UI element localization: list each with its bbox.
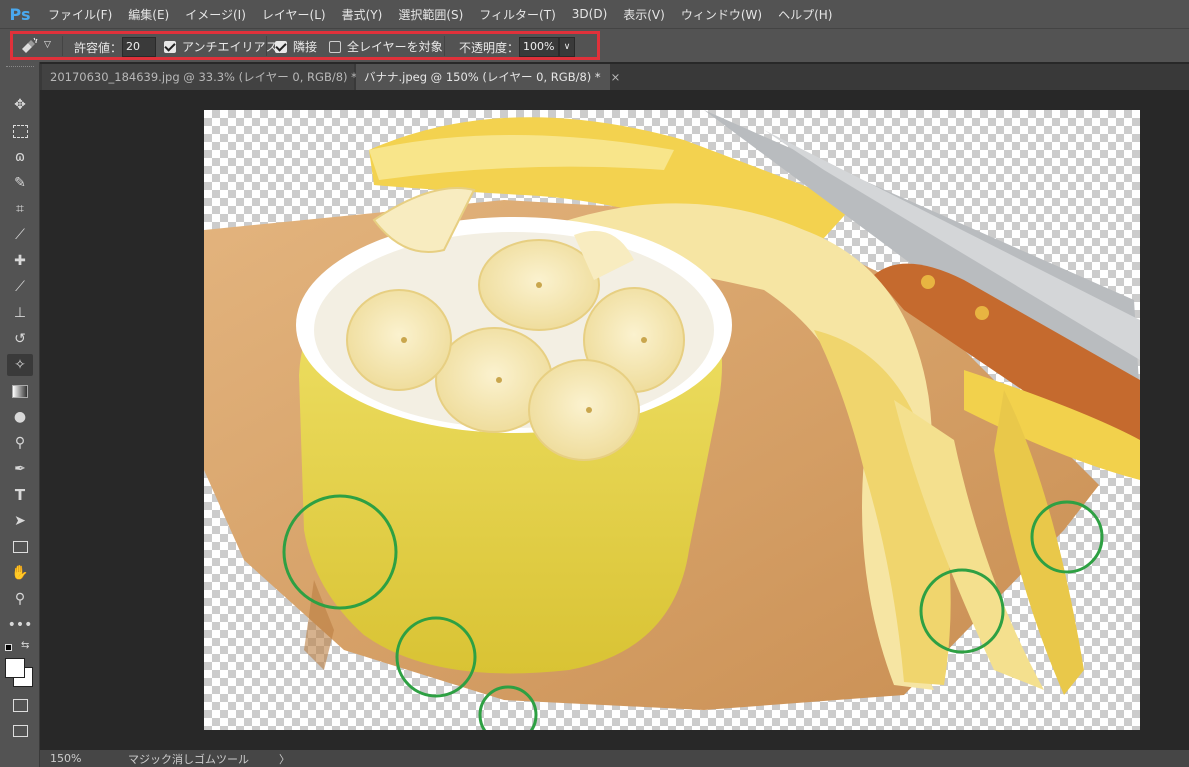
menu-file[interactable]: ファイル(F) (40, 6, 120, 23)
tab-label: 20170630_184639.jpg @ 33.3% (レイヤー 0, RGB… (50, 70, 357, 84)
menu-3d[interactable]: 3D(D) (564, 7, 615, 21)
annotation-overlay (282, 494, 1104, 730)
rectangle-icon[interactable] (7, 536, 33, 558)
healing-icon[interactable]: ✚ (7, 250, 33, 272)
options-highlight-box (10, 31, 600, 60)
image-canvas[interactable] (204, 110, 1140, 730)
lasso-icon[interactable]: ɷ (7, 146, 33, 168)
annotation-circle (1030, 500, 1104, 574)
dodge-icon[interactable]: ⚲ (7, 432, 33, 454)
menu-filter[interactable]: フィルター(T) (471, 6, 563, 23)
eyedropper-icon[interactable]: ⟋ (7, 224, 33, 246)
default-colors-icon[interactable] (5, 644, 13, 652)
marquee-icon[interactable] (7, 120, 33, 142)
annotation-circle (919, 568, 1005, 654)
photoshop-logo[interactable]: Ps (0, 5, 40, 24)
annotation-circle (478, 685, 538, 730)
blur-icon[interactable]: ● (7, 406, 33, 428)
status-info: マジック消しゴムツール (128, 752, 249, 766)
status-arrow-icon[interactable]: 〉 (279, 751, 290, 767)
brush-icon[interactable]: ⟋ (7, 276, 33, 298)
zoom-icon[interactable]: ⚲ (7, 588, 33, 610)
tab-label: バナナ.jpeg @ 150% (レイヤー 0, RGB/8) * (364, 70, 601, 84)
menu-view[interactable]: 表示(V) (615, 6, 673, 23)
menu-edit[interactable]: 編集(E) (120, 6, 177, 23)
swap-colors-icon[interactable]: ⇆ (21, 640, 29, 651)
status-bar: 150% マジック消しゴムツール 〉 (40, 750, 1189, 767)
gradient-icon[interactable] (7, 380, 33, 402)
zoom-level[interactable]: 150% (40, 752, 110, 765)
move-icon[interactable]: ✥ (7, 94, 33, 116)
history-brush-icon[interactable]: ↺ (7, 328, 33, 350)
annotation-circle (395, 616, 477, 698)
options-bar: ▽ 許容値： 20 アンチエイリアス 隣接 全レイヤーを対象 不透明度： 100… (0, 28, 1189, 62)
annotation-circle (282, 494, 398, 610)
magic-eraser-icon[interactable]: ✧ (7, 354, 33, 376)
tab-document-2[interactable]: バナナ.jpeg @ 150% (レイヤー 0, RGB/8) * × (356, 64, 620, 90)
close-icon[interactable]: × (611, 70, 621, 84)
menu-type[interactable]: 書式(Y) (334, 6, 391, 23)
quick-select-icon[interactable]: ✎ (7, 172, 33, 194)
menu-select[interactable]: 選択範囲(S) (390, 6, 471, 23)
stamp-icon[interactable]: ⊥ (7, 302, 33, 324)
menu-bar: Ps ファイル(F) 編集(E) イメージ(I) レイヤー(L) 書式(Y) 選… (0, 0, 1189, 28)
panel-grip[interactable] (6, 66, 34, 71)
tab-document-1[interactable]: 20170630_184639.jpg @ 33.3% (レイヤー 0, RGB… (42, 64, 377, 90)
pen-icon[interactable]: ✒ (7, 458, 33, 480)
screen-mode-icon[interactable] (7, 720, 33, 742)
document-tabs: 20170630_184639.jpg @ 33.3% (レイヤー 0, RGB… (40, 64, 1189, 90)
document-window (40, 90, 1189, 750)
hand-icon[interactable]: ✋ (7, 562, 33, 584)
quick-mask-icon[interactable] (7, 694, 33, 716)
tools-panel: ✥ ɷ ✎ ⌗ ⟋ ✚ ⟋ ⊥ ↺ ✧ ● ⚲ ✒ T ➤ ✋ ⚲ ••• ⇆ (0, 62, 40, 767)
path-select-icon[interactable]: ➤ (7, 510, 33, 532)
menu-layer[interactable]: レイヤー(L) (254, 6, 334, 23)
menu-image[interactable]: イメージ(I) (177, 6, 254, 23)
menu-window[interactable]: ウィンドウ(W) (673, 6, 770, 23)
menu-help[interactable]: ヘルプ(H) (770, 6, 840, 23)
foreground-color-swatch[interactable] (5, 658, 25, 678)
crop-icon[interactable]: ⌗ (7, 198, 33, 220)
type-icon[interactable]: T (7, 484, 33, 506)
more-icon[interactable]: ••• (7, 614, 33, 636)
